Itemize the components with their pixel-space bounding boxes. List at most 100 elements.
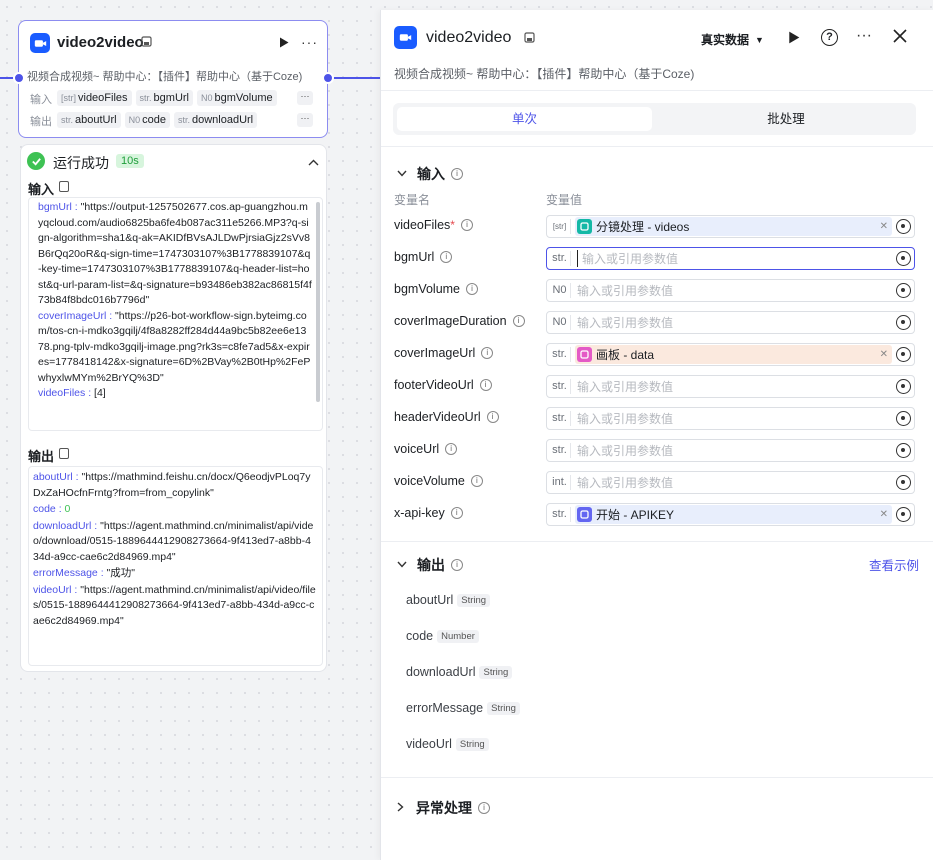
- param-name: videoFiles: [78, 92, 128, 104]
- param-chip: N0 code: [124, 112, 170, 128]
- exception-section-title: 异常处理: [416, 800, 472, 816]
- save-icon: [141, 36, 152, 50]
- tab-batch[interactable]: 批处理: [661, 107, 911, 131]
- param-value-field[interactable]: str. 输入或引用参数值: [546, 439, 915, 462]
- param-name: coverImageUrl: [394, 346, 476, 360]
- input-section-header[interactable]: 输入 i: [397, 164, 463, 184]
- column-value-header: 变量值: [546, 193, 583, 207]
- clear-icon[interactable]: ✕: [880, 349, 888, 360]
- save-icon: [524, 32, 535, 46]
- output-name: videoUrl: [406, 737, 452, 751]
- clear-icon[interactable]: ✕: [880, 221, 888, 232]
- reference-tag[interactable]: 画板 - data ✕: [575, 345, 892, 364]
- param-value-field[interactable]: str. 输入或引用参数值: [546, 407, 915, 430]
- param-value-field[interactable]: N0 输入或引用参数值: [546, 311, 915, 334]
- result-output-title: 输出: [28, 449, 55, 464]
- param-input[interactable]: 输入或引用参数值: [571, 378, 896, 395]
- param-value-field[interactable]: str. 画板 - data ✕: [546, 343, 915, 366]
- param-value-field[interactable]: str. 输入或引用参数值: [546, 247, 915, 270]
- output-section-header[interactable]: 输出 i: [397, 555, 463, 575]
- info-icon: i: [481, 347, 494, 359]
- exception-section-header[interactable]: 异常处理 i: [397, 798, 490, 818]
- reference-tag[interactable]: 开始 - APIKEY ✕: [575, 505, 892, 524]
- param-value-field[interactable]: N0 输入或引用参数值: [546, 279, 915, 302]
- run-icon[interactable]: [788, 31, 800, 47]
- entry-value: [4]: [94, 387, 106, 399]
- more-icon[interactable]: ···: [856, 27, 872, 45]
- success-check-icon: [27, 152, 45, 170]
- run-icon[interactable]: [279, 37, 289, 51]
- variable-reference-icon[interactable]: [896, 443, 911, 458]
- help-icon[interactable]: ?: [821, 29, 838, 46]
- info-icon: i: [445, 443, 458, 455]
- input-port[interactable]: [13, 72, 25, 84]
- more-icon[interactable]: ···: [301, 34, 318, 50]
- copy-input-icon[interactable]: [59, 181, 69, 192]
- param-row-name: footerVideoUrl i: [394, 378, 492, 392]
- chevron-down-icon: [397, 559, 407, 571]
- param-type: str.: [139, 93, 152, 103]
- variable-reference-icon[interactable]: [896, 251, 911, 266]
- param-input[interactable]: 输入或引用参数值: [577, 250, 896, 267]
- variable-reference-icon[interactable]: [896, 347, 911, 362]
- result-input-box[interactable]: bgmUrl : "https://output-1257502677.cos.…: [28, 197, 323, 431]
- param-name: voiceVolume: [394, 474, 465, 488]
- input-section-title: 输入: [417, 166, 445, 182]
- collapse-chevron-icon[interactable]: [308, 155, 319, 169]
- output-name: aboutUrl: [406, 593, 454, 607]
- variable-reference-icon[interactable]: [896, 507, 911, 522]
- connection-line-right: [328, 77, 380, 79]
- param-value-field[interactable]: str. 开始 - APIKEY ✕: [546, 503, 915, 526]
- inputs-more-button[interactable]: ···: [297, 91, 313, 105]
- divider: [381, 777, 933, 778]
- param-input[interactable]: 输入或引用参数值: [571, 314, 896, 331]
- output-type-badge: String: [479, 665, 513, 679]
- param-input[interactable]: 输入或引用参数值: [571, 282, 896, 299]
- close-icon[interactable]: [893, 29, 907, 46]
- param-input[interactable]: 输入或引用参数值: [571, 474, 896, 491]
- view-example-link[interactable]: 查看示例: [869, 555, 919, 574]
- param-type-badge: str.: [549, 379, 571, 394]
- reference-label: 开始 - APIKEY: [596, 508, 675, 522]
- variable-reference-icon[interactable]: [896, 379, 911, 394]
- node-detail-panel: video2video 真实数据 ▼ ? ··· 视频合成视频~ 帮助中心：【插…: [380, 10, 933, 860]
- info-icon: i: [512, 315, 525, 327]
- output-section-title: 输出: [417, 557, 445, 573]
- tab-single[interactable]: 单次: [397, 107, 652, 131]
- param-type: str.: [177, 115, 190, 125]
- variable-reference-icon[interactable]: [896, 475, 911, 490]
- info-icon: i: [451, 559, 463, 571]
- copy-output-icon[interactable]: [59, 448, 69, 459]
- variable-reference-icon[interactable]: [896, 315, 911, 330]
- reference-tag[interactable]: 分镜处理 - videos ✕: [575, 217, 892, 236]
- info-icon: i: [470, 475, 483, 487]
- param-chip: str. aboutUrl: [57, 112, 121, 128]
- data-mode-select[interactable]: 真实数据 ▼: [701, 31, 764, 48]
- node-output-label: 输出: [30, 116, 52, 128]
- param-input[interactable]: 输入或引用参数值: [571, 410, 896, 427]
- result-output-box[interactable]: aboutUrl : "https://mathmind.feishu.cn/d…: [28, 466, 323, 666]
- divider: [381, 146, 933, 147]
- param-row-name: coverImageDuration i: [394, 314, 525, 328]
- scrollbar[interactable]: [316, 202, 320, 402]
- outputs-more-button[interactable]: ···: [297, 113, 313, 127]
- required-mark: *: [450, 218, 455, 232]
- clear-icon[interactable]: ✕: [880, 509, 888, 520]
- video-app-icon: [30, 33, 50, 53]
- param-value-field[interactable]: [str] 分镜处理 - videos ✕: [546, 215, 915, 238]
- output-name: downloadUrl: [406, 665, 476, 679]
- output-port[interactable]: [322, 72, 334, 84]
- variable-reference-icon[interactable]: [896, 411, 911, 426]
- param-name: coverImageDuration: [394, 314, 507, 328]
- variable-reference-icon[interactable]: [896, 219, 911, 234]
- info-icon: i: [451, 168, 463, 180]
- param-type-badge: int.: [549, 475, 571, 490]
- param-input[interactable]: 输入或引用参数值: [571, 442, 896, 459]
- param-value-field[interactable]: str. 输入或引用参数值: [546, 375, 915, 398]
- workflow-node-card[interactable]: video2video ··· 视频合成视频~ 帮助中心：【插件】帮助中心（基于…: [18, 20, 328, 138]
- variable-reference-icon[interactable]: [896, 283, 911, 298]
- chevron-right-icon: [397, 801, 404, 815]
- chevron-down-icon: ▼: [755, 34, 764, 45]
- input-entry: bgmUrl : "https://output-1257502677.cos.…: [38, 201, 312, 306]
- param-value-field[interactable]: int. 输入或引用参数值: [546, 471, 915, 494]
